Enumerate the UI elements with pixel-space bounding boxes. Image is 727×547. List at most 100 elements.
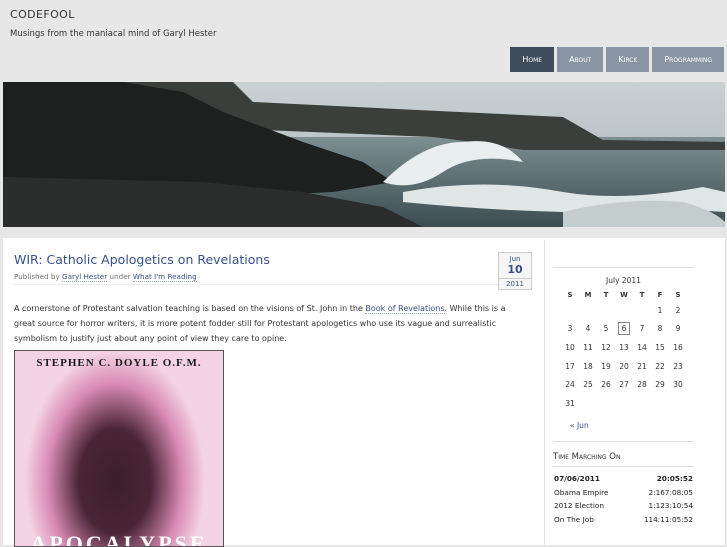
calendar-day: 7	[639, 324, 645, 334]
nav-tab-about[interactable]: About	[557, 47, 604, 72]
book-cover-author: STEPHEN C. DOYLE O.F.M.	[36, 357, 202, 369]
calendar-week-row: 24 25 26 27 28 29 30	[561, 375, 687, 394]
time-row-label: On The Job	[554, 514, 594, 524]
calendar-day: 30	[673, 380, 683, 390]
calendar-empty-cell	[561, 301, 579, 320]
calendar-day: 5	[603, 324, 609, 334]
book-of-revelations-link[interactable]: Book of Revelations	[365, 304, 445, 314]
calendar-weekday: F	[657, 291, 663, 299]
calendar-day: 16	[673, 342, 683, 352]
time-row-value: 1:123:10:54	[648, 501, 693, 510]
post-date-year: 2011	[499, 278, 531, 288]
calendar-day: 11	[583, 342, 593, 352]
time-row-label: Obama Empire	[554, 487, 609, 497]
calendar-empty-cell	[579, 394, 597, 413]
calendar-day: 20	[619, 361, 629, 371]
time-row: On The Job 114:11:05:52	[553, 513, 694, 527]
post-date-day: 10	[507, 263, 523, 276]
calendar-day: 17	[565, 361, 575, 371]
calendar-day: 24	[565, 380, 575, 390]
time-row: 2012 Election 1:123:10:54	[553, 499, 694, 513]
calendar-empty-cell	[669, 394, 687, 413]
time-row: Obama Empire 2:167:08:05	[553, 486, 694, 500]
calendar-empty-cell	[597, 301, 615, 320]
calendar-caption: July 2011	[606, 276, 641, 285]
calendar-weekday: S	[675, 291, 681, 299]
calendar-weekday: T	[603, 291, 609, 299]
calendar-week-row: 3 4 567 8 9	[561, 320, 687, 339]
category-link[interactable]: What I'm Reading	[132, 272, 197, 282]
time-row-value: 2:167:08:05	[648, 487, 693, 497]
site-description: Musings from the maniacal mind of Garyl …	[10, 29, 217, 39]
calendar-empty-cell	[579, 301, 597, 320]
calendar-day: 9	[675, 324, 681, 334]
meta-under: under	[109, 272, 131, 281]
calendar-day: 1	[657, 305, 663, 315]
meta-divider	[14, 284, 531, 285]
calendar-empty-cell	[615, 301, 633, 320]
time-row-label: 07/06/2011	[554, 474, 600, 483]
calendar-day: 29	[655, 380, 665, 390]
calendar-day: 3	[567, 324, 573, 334]
calendar-weekday: W	[620, 291, 628, 299]
calendar-day: 18	[583, 361, 593, 371]
calendar-day: 6	[615, 320, 633, 339]
header-image	[3, 82, 725, 227]
calendar-day: 23	[673, 361, 683, 371]
calendar-day: 15	[655, 342, 665, 352]
calendar-day: 26	[601, 380, 611, 390]
calendar-day: 25	[583, 380, 593, 390]
calendar-widget: S M T W T F S 1 2 3 4 5 6 7 8 9 10 11 12 13 14 15 16 17 1…	[561, 289, 687, 413]
calendar-day: 10	[565, 342, 575, 352]
time-marching-heading: Time Marching On	[553, 452, 621, 462]
time-row-value: 20:05:52	[656, 474, 693, 483]
calendar-weekday: T	[639, 291, 645, 299]
calendar-day: 31	[565, 398, 575, 408]
book-cover-image: STEPHEN C. DOYLE O.F.M. APOCALYPSE	[14, 350, 224, 547]
time-row-value: 114:11:05:52	[643, 514, 693, 524]
post-meta: Published by Garyl Hester under What I'm…	[14, 272, 197, 282]
calendar-empty-cell	[615, 394, 633, 413]
calendar-day: 13	[619, 342, 629, 352]
calendar-weekday: M	[584, 291, 592, 299]
calendar-week-row: 12	[561, 301, 687, 320]
meta-published-by: Published by	[14, 272, 60, 281]
post-body-text-1: A cornerstone of Protestant salvation te…	[14, 304, 363, 313]
calendar-week-row: 17 18 19 20 21 22 23	[561, 357, 687, 376]
nav-tab-kirck[interactable]: Kirck	[606, 47, 650, 72]
sidebar-divider	[544, 240, 545, 545]
calendar-top-rule	[553, 267, 694, 268]
calendar-week-row: 10 11 12 13 14 15 16	[561, 338, 687, 357]
calendar-week-row: 31	[561, 394, 687, 413]
post-date-month: Jun	[509, 255, 521, 263]
post-title[interactable]: WIR: Catholic Apologetics on Revelations	[14, 252, 270, 267]
nav-tab-home[interactable]: Home	[510, 47, 555, 72]
time-row-label: 2012 Election	[554, 501, 605, 510]
calendar-prev-month-link[interactable]: « Jun	[570, 421, 589, 430]
time-marching-rule	[553, 466, 694, 467]
time-marching-table: 07/06/2011 20:05:52 Obama Empire 2:167:0…	[553, 472, 694, 526]
calendar-day: 28	[637, 380, 647, 390]
calendar-day: 27	[619, 380, 629, 390]
calendar-empty-cell	[633, 394, 651, 413]
calendar-weekday: S	[567, 291, 573, 299]
calendar-day: 19	[601, 361, 611, 371]
nav-tab-programming[interactable]: Programming	[652, 47, 724, 72]
calendar-bottom-rule	[553, 441, 694, 442]
calendar-day: 21	[637, 361, 647, 371]
calendar-day: 2	[675, 305, 681, 315]
calendar-empty-cell	[651, 394, 669, 413]
post-body: A cornerstone of Protestant salvation te…	[14, 301, 524, 346]
post-date-badge: Jun 10 2011	[498, 252, 532, 290]
author-link[interactable]: Garyl Hester	[62, 272, 108, 282]
calendar-day: 22	[655, 361, 665, 371]
calendar-day: 8	[657, 324, 663, 334]
time-row: 07/06/2011 20:05:52	[553, 472, 694, 486]
site-title[interactable]: CODEFOOL	[10, 8, 75, 21]
calendar-day: 14	[637, 342, 647, 352]
calendar-day: 4	[585, 324, 591, 334]
calendar-empty-cell	[633, 301, 651, 320]
calendar-empty-cell	[597, 394, 615, 413]
calendar-day: 12	[601, 342, 611, 352]
calendar-today-marker: 6	[617, 322, 631, 336]
